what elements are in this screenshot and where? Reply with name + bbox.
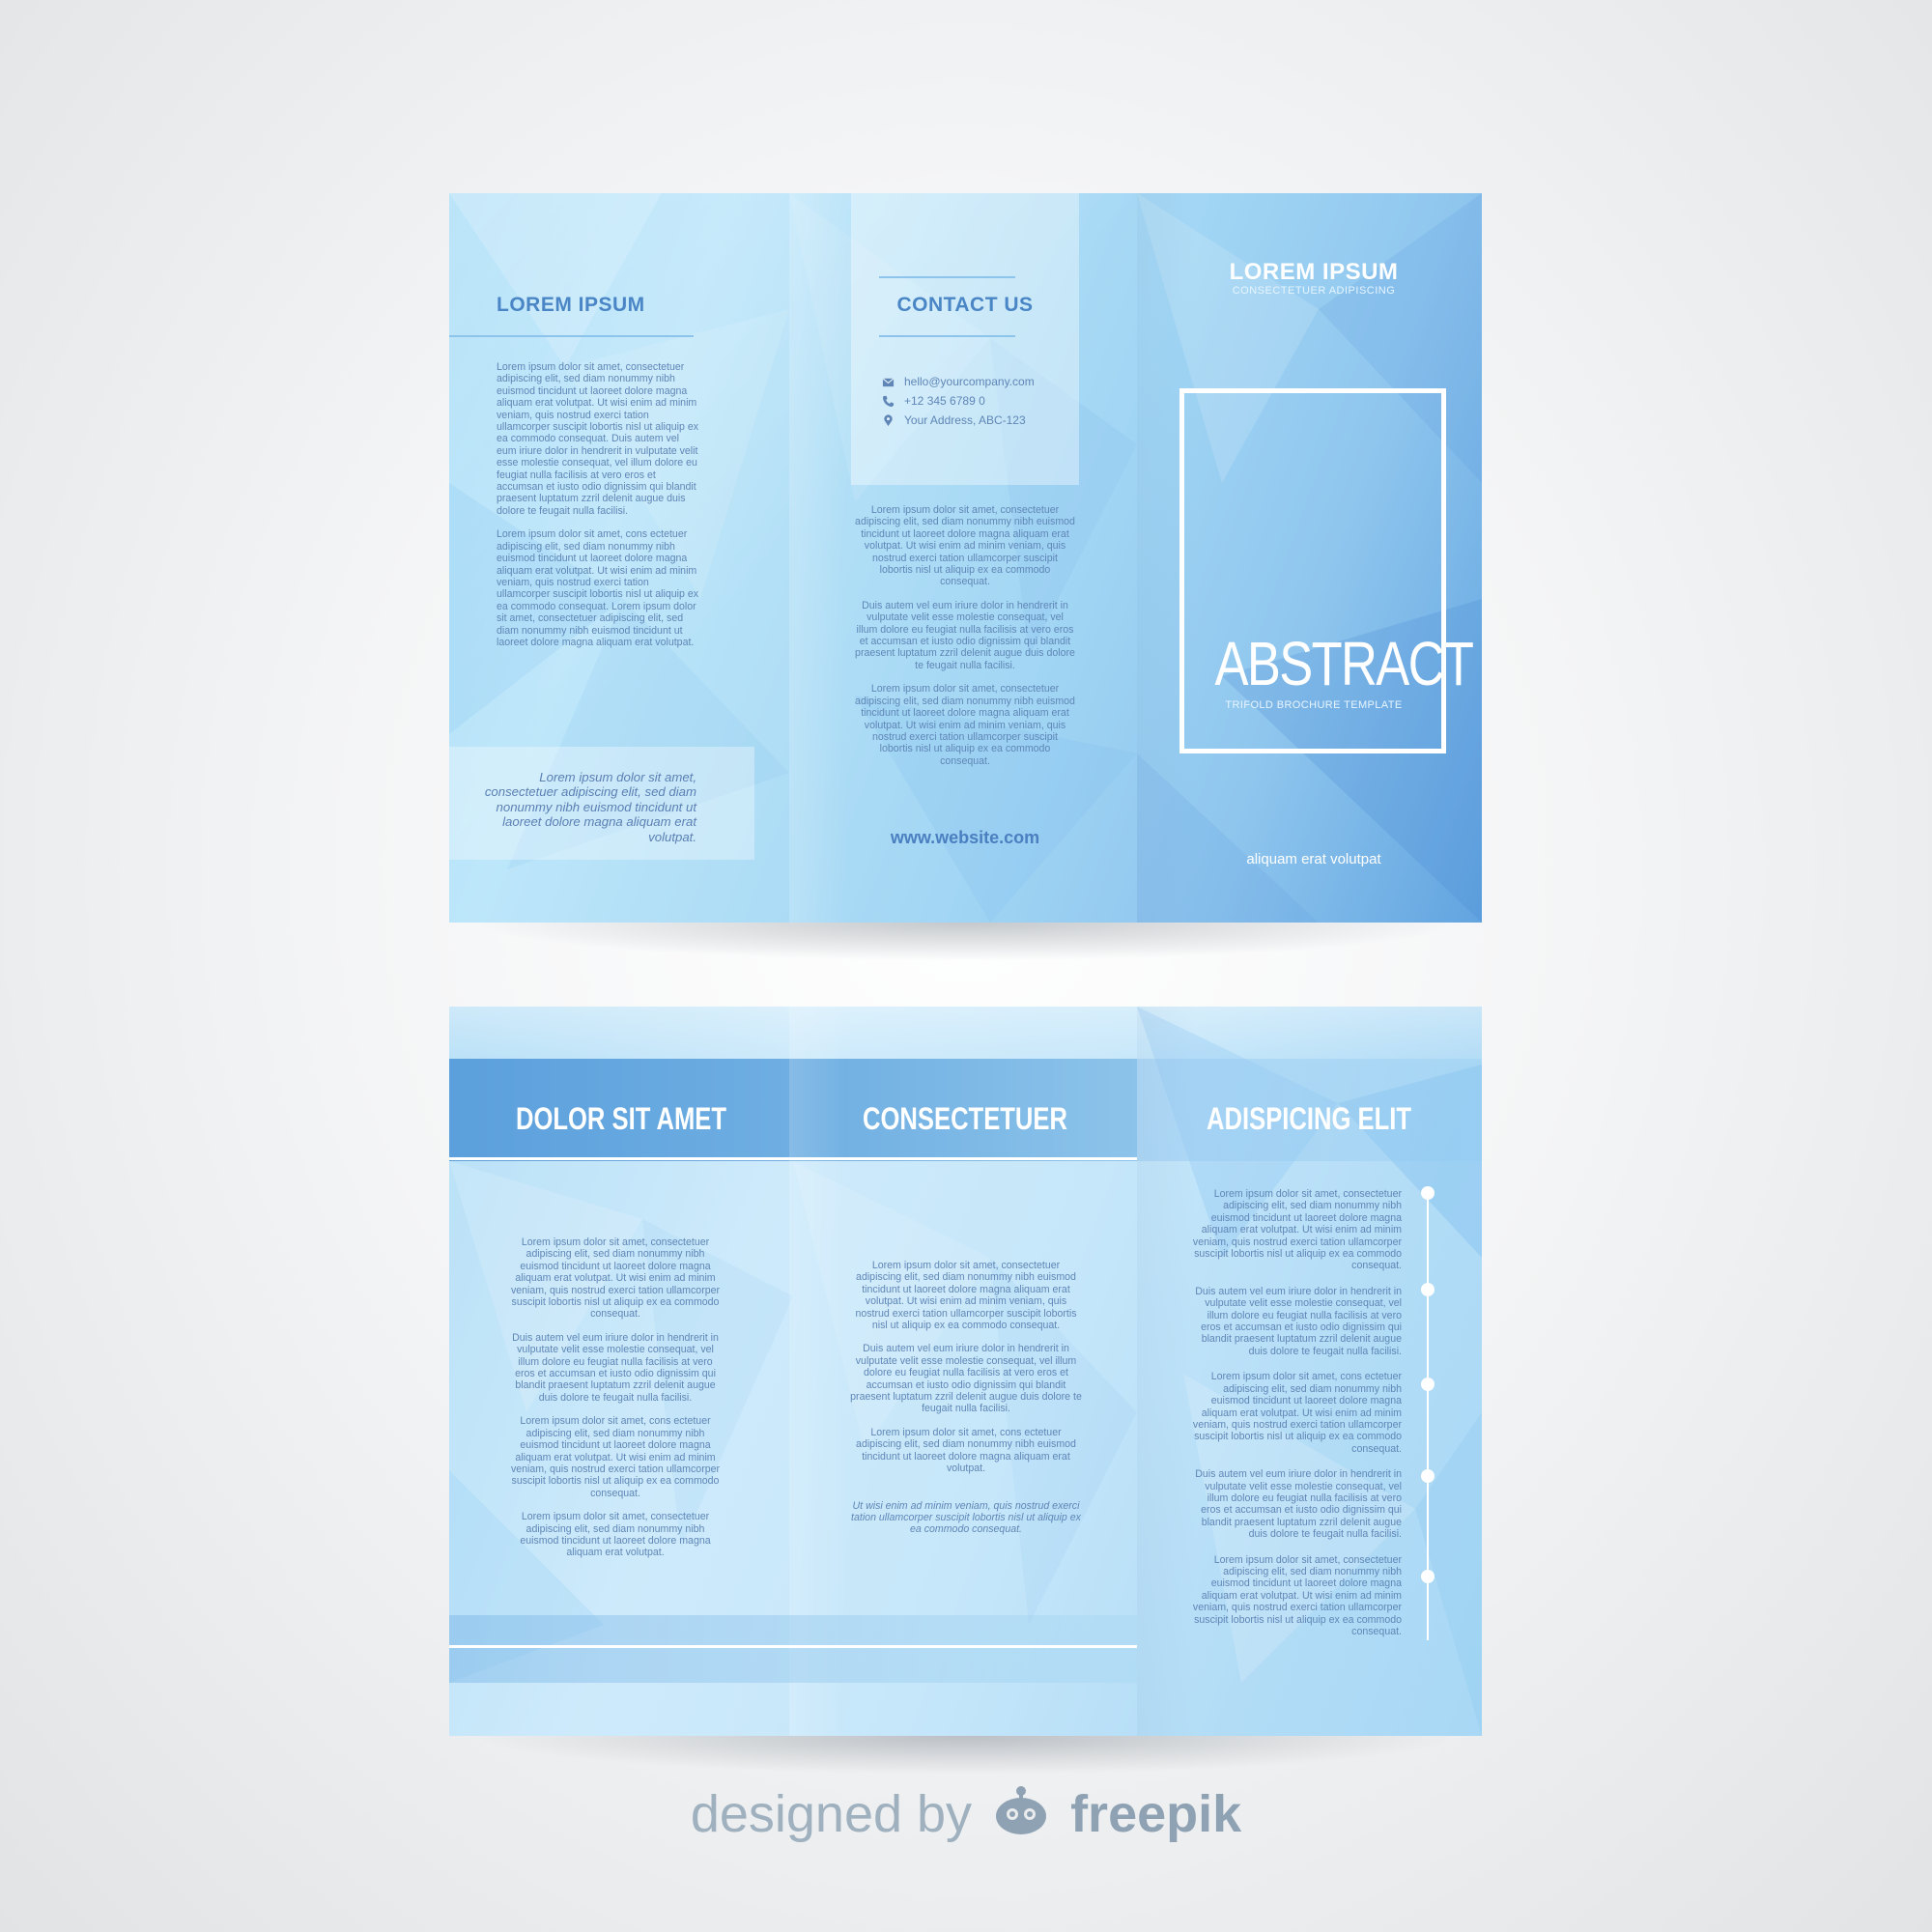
paragraph: Duis autem vel eum iriure dolor in hendr…	[1195, 1285, 1402, 1357]
cover-brand-title: LOREM IPSUM	[1229, 259, 1399, 285]
phone-text: +12 345 6789 0	[904, 394, 985, 408]
paragraph: Duis autem vel eum iriure dolor in hendr…	[850, 1343, 1082, 1415]
contact-heading: CONTACT US	[896, 294, 1034, 316]
credit-prefix: designed by	[690, 1785, 973, 1843]
left-panel-body: Lorem ipsum dolor sit amet, consectetuer…	[497, 361, 699, 660]
paragraph: Lorem ipsum dolor sit amet, cons ectetue…	[510, 1415, 721, 1499]
map-pin-icon	[884, 413, 893, 426]
paragraph: Lorem ipsum dolor sit amet, consectetuer…	[497, 361, 699, 517]
paragraph: Duis autem vel eum iriure dolor in hendr…	[1195, 1468, 1402, 1541]
paragraph: Lorem ipsum dolor sit amet, cons ectetue…	[1192, 1371, 1402, 1455]
envelope-icon	[882, 377, 895, 386]
contact-phone: +12 345 6789 0	[882, 394, 985, 408]
heading-divider	[449, 335, 694, 337]
cover-footer-text: aliquam erat volutpat	[1246, 851, 1381, 867]
paragraph: Duis autem vel eum iriure dolor in hendr…	[855, 599, 1075, 671]
timeline-dot	[1421, 1570, 1435, 1583]
cover-main-subtitle: TRIFOLD BROCHURE TEMPLATE	[1225, 699, 1403, 711]
paragraph: Lorem ipsum dolor sit amet, consectetuer…	[510, 1236, 721, 1321]
phone-icon	[882, 395, 895, 407]
email-text: hello@yourcompany.com	[904, 375, 1035, 388]
middle-panel-body: Lorem ipsum dolor sit amet, consectetuer…	[855, 504, 1075, 779]
brochure-outer-sheet: LOREM IPSUM Lorem ipsum dolor sit amet, …	[449, 193, 1482, 923]
heading-divider	[879, 335, 1015, 337]
freepik-robot-icon	[996, 1786, 1047, 1834]
italic-paragraph: Ut wisi enim ad minim veniam, quis nostr…	[851, 1499, 1081, 1536]
brochure-inner-sheet: DOLOR SIT AMET CONSECTETUER ADISPICING E…	[449, 1007, 1482, 1736]
sheet-shadow	[473, 923, 1459, 961]
heading-divider	[879, 276, 1015, 278]
inner-column-3: Lorem ipsum dolor sit amet, consectetuer…	[1191, 1188, 1402, 1651]
paragraph: Lorem ipsum dolor sit amet, cons ectetue…	[856, 1426, 1076, 1475]
cover-brand-subtitle: CONSECTETUER ADIPISCING	[1232, 285, 1396, 297]
website-link[interactable]: www.website.com	[855, 828, 1075, 848]
timeline-dot	[1421, 1469, 1435, 1483]
credit-line: designed by freepik	[0, 1783, 1932, 1844]
paragraph: Duis autem vel eum iriure dolor in hendr…	[512, 1331, 719, 1404]
paragraph: Lorem ipsum dolor sit amet, consectetuer…	[1192, 1553, 1402, 1637]
paragraph: Lorem ipsum dolor sit amet, consectetuer…	[520, 1511, 711, 1559]
footer-band	[449, 1615, 1137, 1683]
contact-email: hello@yourcompany.com	[882, 375, 1035, 388]
address-text: Your Address, ABC-123	[904, 413, 1026, 427]
timeline-dot	[1421, 1186, 1435, 1200]
sheet-shadow	[473, 1736, 1459, 1775]
paragraph: Lorem ipsum dolor sit amet, consectetuer…	[855, 1260, 1077, 1332]
paragraph: Lorem ipsum dolor sit amet, consectetuer…	[855, 683, 1075, 767]
left-panel-heading: LOREM IPSUM	[497, 294, 645, 316]
contact-panel: CONTACT US hello@yourcompany.com +12 345…	[851, 193, 1079, 485]
inner-column-1: Lorem ipsum dolor sit amet, consectetuer…	[509, 1236, 722, 1571]
paragraph: Lorem ipsum dolor sit amet, consectetuer…	[855, 504, 1075, 588]
footer-band-line	[449, 1645, 1137, 1648]
paragraph: Lorem ipsum dolor sit amet, cons ectetue…	[497, 528, 699, 648]
inner-heading-3: ADISPICING ELIT	[1207, 1101, 1411, 1136]
contact-address: Your Address, ABC-123	[882, 413, 1026, 427]
pull-quote: Lorem ipsum dolor sit amet, consectetuer…	[484, 770, 696, 844]
quote-box: Lorem ipsum dolor sit amet, consectetuer…	[449, 747, 754, 860]
cover-main-title: ABSTRACT	[1214, 629, 1474, 698]
inner-heading-1: DOLOR SIT AMET	[515, 1101, 727, 1136]
timeline-dot	[1421, 1283, 1435, 1296]
credit-brand: freepik	[1070, 1785, 1242, 1843]
paragraph: Lorem ipsum dolor sit amet, consectetuer…	[1192, 1188, 1402, 1272]
timeline-dot	[1421, 1378, 1435, 1391]
inner-column-2: Lorem ipsum dolor sit amet, consectetuer…	[848, 1260, 1084, 1548]
inner-heading-2: CONSECTETUER	[863, 1101, 1067, 1136]
fold-shade	[789, 193, 847, 923]
